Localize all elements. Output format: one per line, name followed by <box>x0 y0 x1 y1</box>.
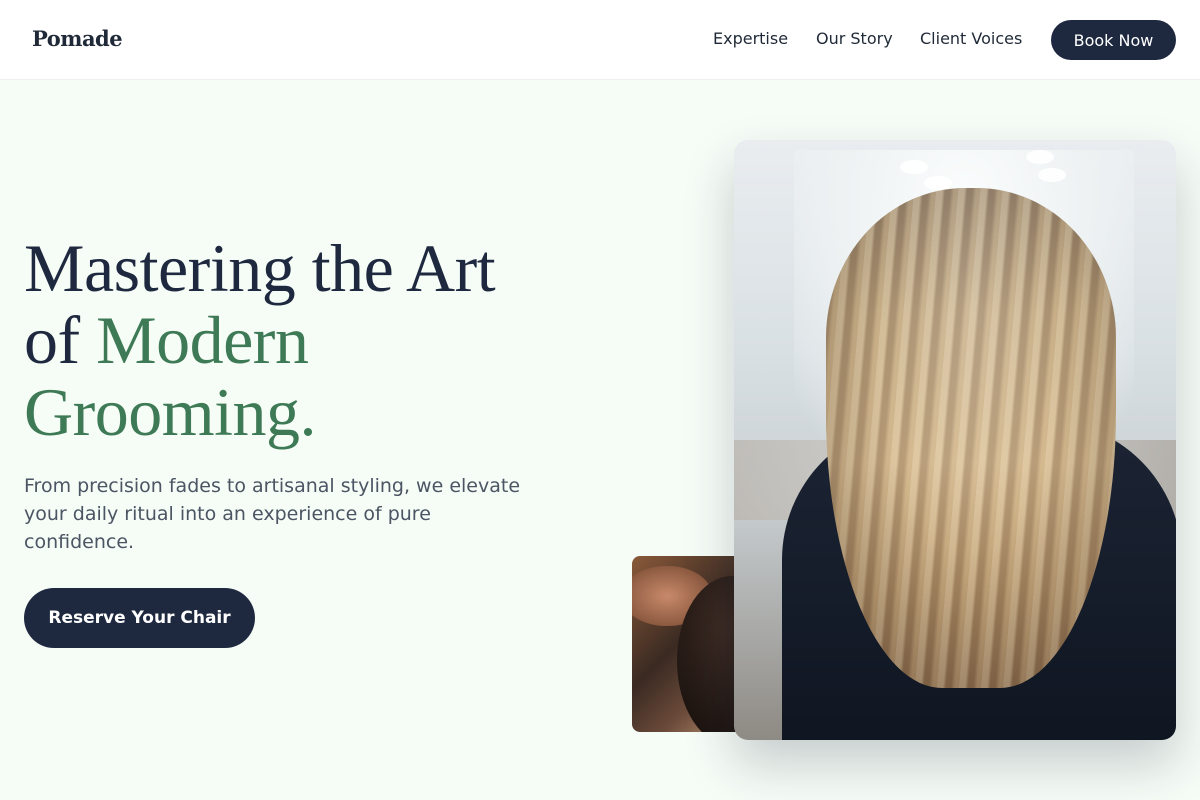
hair-shading-shape <box>826 188 1116 688</box>
hero-title-line1: Mastering the Art <box>24 230 496 306</box>
hero-title-accent-grooming: Grooming. <box>24 374 317 450</box>
reserve-chair-button[interactable]: Reserve Your Chair <box>24 588 255 648</box>
brand-logo[interactable]: Pomade <box>32 26 123 51</box>
top-navbar: Pomade Expertise Our Story Client Voices… <box>0 0 1200 80</box>
ceiling-light-shape <box>924 176 952 190</box>
hero-title-accent-modern: Modern <box>96 302 309 378</box>
book-now-button[interactable]: Book Now <box>1051 20 1176 60</box>
salon-hair-photo <box>734 140 1176 740</box>
nav-link-expertise[interactable]: Expertise <box>713 29 788 48</box>
nav-link-our-story[interactable]: Our Story <box>816 29 893 48</box>
hero-title: Mastering the Art of Modern Grooming. <box>24 232 584 448</box>
ceiling-light-shape <box>1026 150 1054 164</box>
ceiling-light-shape <box>900 160 928 174</box>
hero-title-of: of <box>24 302 80 378</box>
ceiling-light-shape <box>1038 168 1066 182</box>
hero-subtitle: From precision fades to artisanal stylin… <box>24 475 521 553</box>
nav-link-client-voices[interactable]: Client Voices <box>920 29 1022 48</box>
